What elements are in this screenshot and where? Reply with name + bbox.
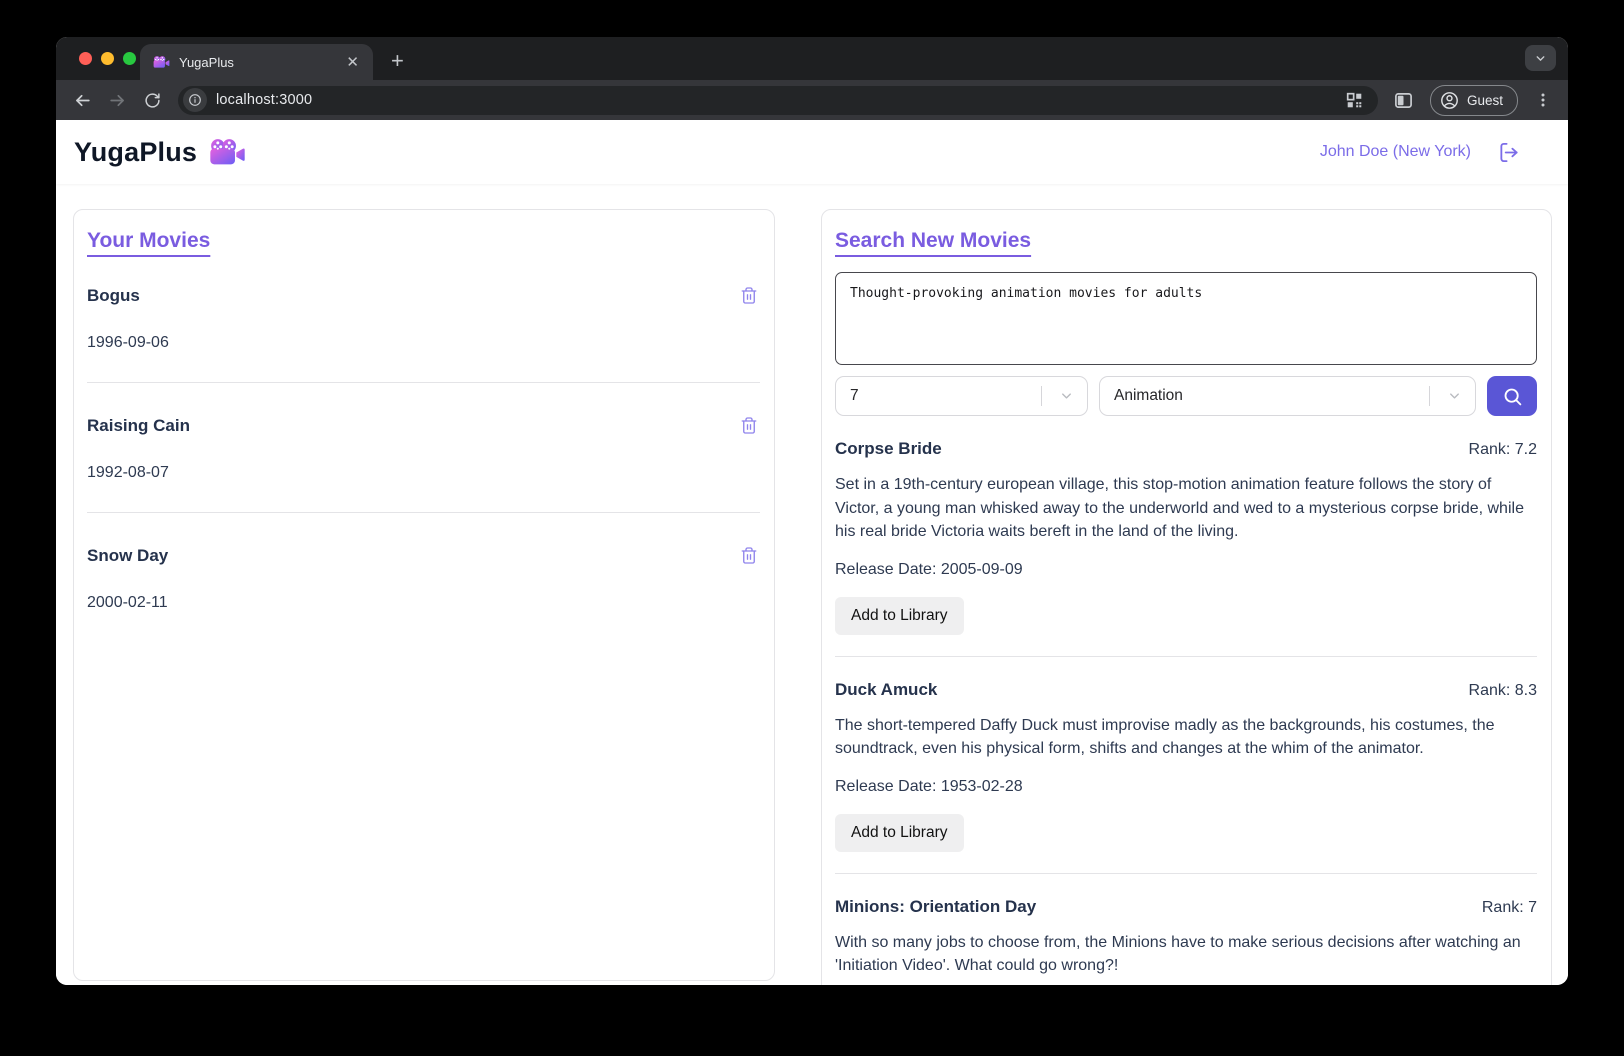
logout-icon[interactable] <box>1498 141 1521 164</box>
add-to-library-button[interactable]: Add to Library <box>835 814 964 852</box>
search-result: Corpse Bride Rank: 7.2 Set in a 19th-cen… <box>835 439 1537 657</box>
main-content: Your Movies Bogus 1996-09-06 Raising Cai… <box>56 184 1568 985</box>
yugaplus-page: YugaPlus John Doe (New York) Your Movies… <box>56 120 1568 985</box>
movie-release-date: 1992-08-07 <box>87 464 760 482</box>
movie-title: Bogus <box>87 286 140 306</box>
result-rank: Rank: 8.3 <box>1469 682 1537 700</box>
list-divider <box>87 512 760 513</box>
delete-movie-button[interactable] <box>738 414 760 437</box>
close-window-button[interactable] <box>79 52 92 65</box>
result-release-date: Release Date: 1953-02-28 <box>835 778 1537 796</box>
category-value: Animation <box>1114 387 1183 405</box>
zoom-window-button[interactable] <box>123 52 136 65</box>
minimize-window-button[interactable] <box>101 52 114 65</box>
tab-title: YugaPlus <box>179 55 333 70</box>
movie-release-date: 1996-09-06 <box>87 334 760 352</box>
tab-strip: YugaPlus ✕ + <box>56 37 1568 80</box>
result-title: Corpse Bride <box>835 439 942 459</box>
trash-icon <box>740 546 758 565</box>
profile-button[interactable]: Guest <box>1430 85 1518 116</box>
browser-tab[interactable]: YugaPlus ✕ <box>140 44 373 80</box>
tab-close-icon[interactable]: ✕ <box>342 53 363 72</box>
forward-button[interactable] <box>101 84 133 116</box>
user-account-link[interactable]: John Doe (New York) <box>1320 143 1471 161</box>
tab-search-button[interactable] <box>1525 45 1556 71</box>
back-button[interactable] <box>66 84 98 116</box>
search-button[interactable] <box>1487 376 1537 416</box>
new-tab-button[interactable]: + <box>391 50 404 72</box>
list-item: Snow Day 2000-02-11 <box>87 544 760 612</box>
search-icon <box>1502 386 1523 407</box>
movie-title: Snow Day <box>87 546 168 566</box>
tab-favicon-movie-camera-icon <box>153 55 170 69</box>
search-result: Minions: Orientation Day Rank: 7 With so… <box>835 897 1537 978</box>
delete-movie-button[interactable] <box>738 284 760 307</box>
result-release-date: Release Date: 2005-09-09 <box>835 561 1537 579</box>
site-header: YugaPlus John Doe (New York) <box>56 120 1568 184</box>
list-divider <box>87 382 760 383</box>
search-result: Duck Amuck Rank: 8.3 The short-tempered … <box>835 680 1537 874</box>
browser-window: YugaPlus ✕ + localhost:3000 <box>56 37 1568 985</box>
result-rank: Rank: 7.2 <box>1469 441 1537 459</box>
brand-name: YugaPlus <box>74 137 197 168</box>
chevron-down-icon <box>1534 52 1547 65</box>
brand: YugaPlus <box>74 137 246 168</box>
movie-camera-logo-icon <box>209 137 246 167</box>
result-title: Duck Amuck <box>835 680 937 700</box>
site-info-icon[interactable] <box>183 88 207 112</box>
trash-icon <box>740 286 758 305</box>
guest-label: Guest <box>1467 93 1503 108</box>
result-rank: Rank: 7 <box>1482 899 1537 917</box>
address-bar[interactable]: localhost:3000 <box>178 86 1378 115</box>
list-item: Raising Cain 1992-08-07 <box>87 414 760 513</box>
reload-button[interactable] <box>136 84 168 116</box>
guest-avatar-icon <box>1440 91 1459 110</box>
movie-release-date: 2000-02-11 <box>87 594 760 612</box>
your-movies-title: Your Movies <box>87 229 210 253</box>
result-description: The short-tempered Daffy Duck must impro… <box>835 714 1537 761</box>
delete-movie-button[interactable] <box>738 544 760 567</box>
results-count-value: 7 <box>850 387 859 405</box>
side-panel-icon[interactable] <box>1389 85 1419 115</box>
browser-toolbar: localhost:3000 Guest <box>56 80 1568 120</box>
result-description: With so many jobs to choose from, the Mi… <box>835 931 1537 978</box>
your-movies-panel: Your Movies Bogus 1996-09-06 Raising Cai… <box>73 209 775 981</box>
search-controls: 7 Animation <box>835 376 1537 416</box>
traffic-lights <box>79 52 136 65</box>
results-count-select[interactable]: 7 <box>835 376 1088 416</box>
qr-code-icon[interactable] <box>1340 85 1370 115</box>
search-panel: Search New Movies Thought-provoking anim… <box>821 209 1552 985</box>
result-divider <box>835 873 1537 874</box>
movie-title: Raising Cain <box>87 416 190 436</box>
result-description: Set in a 19th-century european village, … <box>835 473 1537 544</box>
url-text: localhost:3000 <box>216 92 312 108</box>
category-select[interactable]: Animation <box>1099 376 1476 416</box>
result-title: Minions: Orientation Day <box>835 897 1036 917</box>
chevron-down-icon <box>1447 389 1462 404</box>
search-new-movies-title: Search New Movies <box>835 229 1031 253</box>
search-query-input[interactable]: Thought-provoking animation movies for a… <box>835 272 1537 365</box>
list-item: Bogus 1996-09-06 <box>87 284 760 383</box>
add-to-library-button[interactable]: Add to Library <box>835 597 964 635</box>
trash-icon <box>740 416 758 435</box>
browser-menu-icon[interactable] <box>1528 85 1558 115</box>
chevron-down-icon <box>1059 389 1074 404</box>
result-divider <box>835 656 1537 657</box>
